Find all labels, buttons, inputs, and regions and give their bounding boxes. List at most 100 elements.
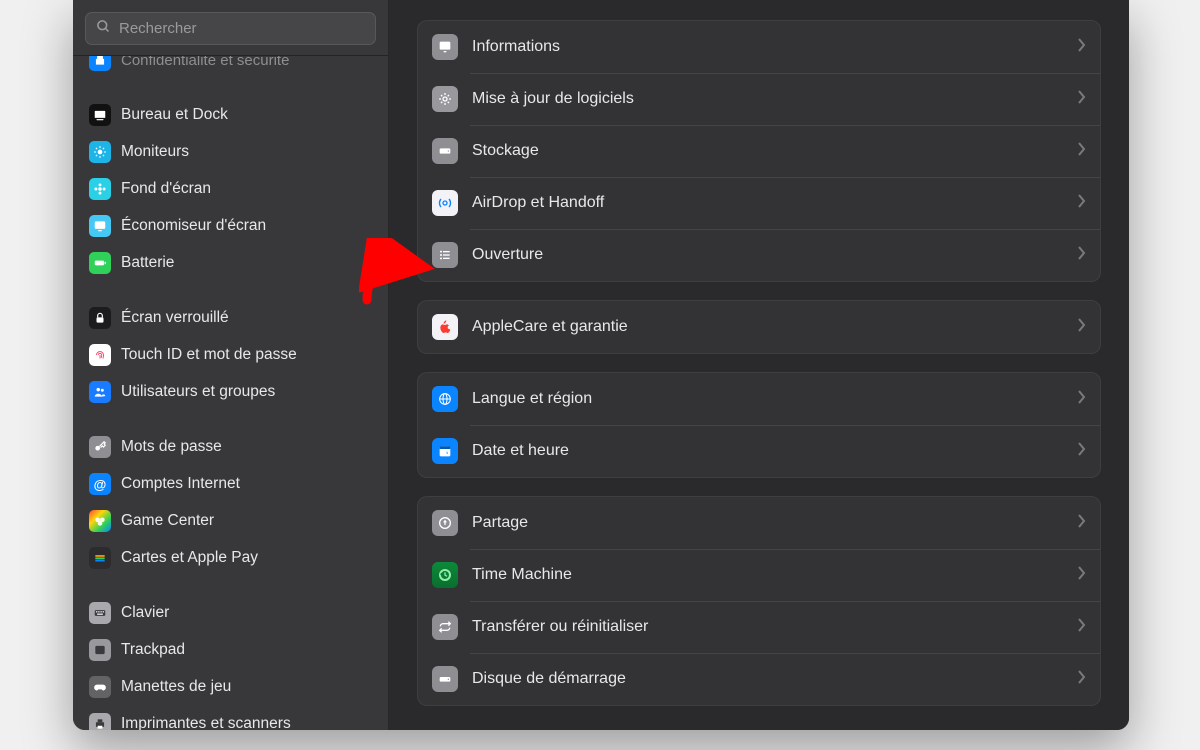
screensaver-icon: [89, 215, 111, 237]
row-label: AppleCare et garantie: [472, 318, 628, 336]
lock-icon: [89, 307, 111, 329]
row-label: AirDrop et Handoff: [472, 194, 604, 212]
row-date-time[interactable]: Date et heure: [418, 425, 1100, 477]
settings-panel: Partage Time Machine Transférer ou réini…: [417, 496, 1101, 706]
settings-panel: AppleCare et garantie: [417, 300, 1101, 354]
sidebar-item-label: Moniteurs: [121, 143, 189, 161]
sidebar-item-battery[interactable]: Batterie: [83, 247, 378, 279]
sidebar-item-label: Économiseur d'écran: [121, 217, 266, 235]
row-label: Disque de démarrage: [472, 670, 626, 688]
chevron-right-icon: [1078, 670, 1086, 689]
globe-icon: [432, 386, 458, 412]
sidebar-item-touchid[interactable]: Touch ID et mot de passe: [83, 339, 378, 371]
chevron-right-icon: [1078, 442, 1086, 461]
main-content[interactable]: Informations Mise à jour de logiciels St…: [389, 0, 1129, 730]
search-container: Rechercher: [73, 0, 388, 55]
battery-icon: [89, 252, 111, 274]
chevron-right-icon: [1078, 318, 1086, 337]
chevron-right-icon: [1078, 194, 1086, 213]
airdrop-icon: [432, 190, 458, 216]
at-icon: @: [89, 473, 111, 495]
row-applecare[interactable]: AppleCare et garantie: [418, 301, 1100, 353]
search-icon: [96, 19, 111, 38]
sidebar-item-label: Manettes de jeu: [121, 678, 231, 696]
settings-panel: Langue et région Date et heure: [417, 372, 1101, 478]
row-transfer-reset[interactable]: Transférer ou réinitialiser: [418, 601, 1100, 653]
flower-icon: [89, 178, 111, 200]
row-time-machine[interactable]: Time Machine: [418, 549, 1100, 601]
row-sharing[interactable]: Partage: [418, 497, 1100, 549]
sidebar-item-label: Écran verrouillé: [121, 309, 229, 327]
row-startup-disk[interactable]: Disque de démarrage: [418, 653, 1100, 705]
chevron-right-icon: [1078, 38, 1086, 57]
time-machine-icon: [432, 562, 458, 588]
search-placeholder: Rechercher: [119, 20, 197, 37]
sidebar-item-label: Utilisateurs et groupes: [121, 383, 275, 401]
sidebar-item-label: Batterie: [121, 254, 174, 272]
search-input[interactable]: Rechercher: [85, 12, 376, 45]
sidebar-item-printers-scanners[interactable]: Imprimantes et scanners: [83, 708, 378, 730]
sidebar-item-label: Trackpad: [121, 641, 185, 659]
gear-icon: [432, 86, 458, 112]
chevron-right-icon: [1078, 566, 1086, 585]
sidebar-item-game-controllers[interactable]: Manettes de jeu: [83, 671, 378, 703]
controller-icon: [89, 676, 111, 698]
row-label: Mise à jour de logiciels: [472, 90, 634, 108]
sidebar-item-internet-accounts[interactable]: @ Comptes Internet: [83, 468, 378, 500]
hand-icon: [89, 56, 111, 71]
calendar-clock-icon: [432, 438, 458, 464]
sidebar-item-passwords[interactable]: Mots de passe: [83, 431, 378, 463]
sidebar: Rechercher Confidentialité et sécurité B…: [73, 0, 389, 730]
sidebar-item-label: Game Center: [121, 512, 214, 530]
sidebar-item-lockscreen[interactable]: Écran verrouillé: [83, 302, 378, 334]
sidebar-item-users-groups[interactable]: Utilisateurs et groupes: [83, 376, 378, 408]
sidebar-item-screensaver[interactable]: Économiseur d'écran: [83, 210, 378, 242]
chevron-right-icon: [1078, 390, 1086, 409]
chevron-right-icon: [1078, 618, 1086, 637]
sidebar-item-trackpad[interactable]: Trackpad: [83, 634, 378, 666]
row-airdrop-handoff[interactable]: AirDrop et Handoff: [418, 177, 1100, 229]
row-language-region[interactable]: Langue et région: [418, 373, 1100, 425]
brightness-icon: [89, 141, 111, 163]
sidebar-item-label: Imprimantes et scanners: [121, 715, 291, 730]
sidebar-item-label: Clavier: [121, 604, 169, 622]
sidebar-list[interactable]: Confidentialité et sécurité Bureau et Do…: [73, 56, 388, 730]
row-label: Informations: [472, 38, 560, 56]
chevron-right-icon: [1078, 246, 1086, 265]
sidebar-item-label: Touch ID et mot de passe: [121, 346, 297, 364]
drive-icon: [432, 138, 458, 164]
sidebar-item-privacy-security[interactable]: Confidentialité et sécurité: [83, 56, 378, 76]
transfer-icon: [432, 614, 458, 640]
trackpad-icon: [89, 639, 111, 661]
dock-icon: [89, 104, 111, 126]
row-login-items[interactable]: Ouverture: [418, 229, 1100, 281]
row-software-update[interactable]: Mise à jour de logiciels: [418, 73, 1100, 125]
apple-logo-icon: [432, 314, 458, 340]
row-about[interactable]: Informations: [418, 21, 1100, 73]
key-icon: [89, 436, 111, 458]
users-icon: [89, 381, 111, 403]
wallet-icon: [89, 547, 111, 569]
settings-panel: Informations Mise à jour de logiciels St…: [417, 20, 1101, 282]
row-label: Transférer ou réinitialiser: [472, 618, 648, 636]
gamecenter-icon: [89, 510, 111, 532]
sidebar-item-label: Comptes Internet: [121, 475, 240, 493]
sidebar-item-keyboard[interactable]: Clavier: [83, 597, 378, 629]
sidebar-item-label: Cartes et Apple Pay: [121, 549, 258, 567]
printer-icon: [89, 713, 111, 730]
sidebar-item-displays[interactable]: Moniteurs: [83, 136, 378, 168]
keyboard-icon: [89, 602, 111, 624]
row-label: Ouverture: [472, 246, 543, 264]
sidebar-item-label: Mots de passe: [121, 438, 222, 456]
row-label: Date et heure: [472, 442, 569, 460]
chevron-right-icon: [1078, 142, 1086, 161]
fingerprint-icon: [89, 344, 111, 366]
row-label: Langue et région: [472, 390, 592, 408]
sidebar-item-desktop-dock[interactable]: Bureau et Dock: [83, 99, 378, 131]
startup-disk-icon: [432, 666, 458, 692]
row-storage[interactable]: Stockage: [418, 125, 1100, 177]
sidebar-item-label: Fond d'écran: [121, 180, 211, 198]
sidebar-item-game-center[interactable]: Game Center: [83, 505, 378, 537]
sidebar-item-wallpaper[interactable]: Fond d'écran: [83, 173, 378, 205]
sidebar-item-wallet-applepay[interactable]: Cartes et Apple Pay: [83, 542, 378, 574]
